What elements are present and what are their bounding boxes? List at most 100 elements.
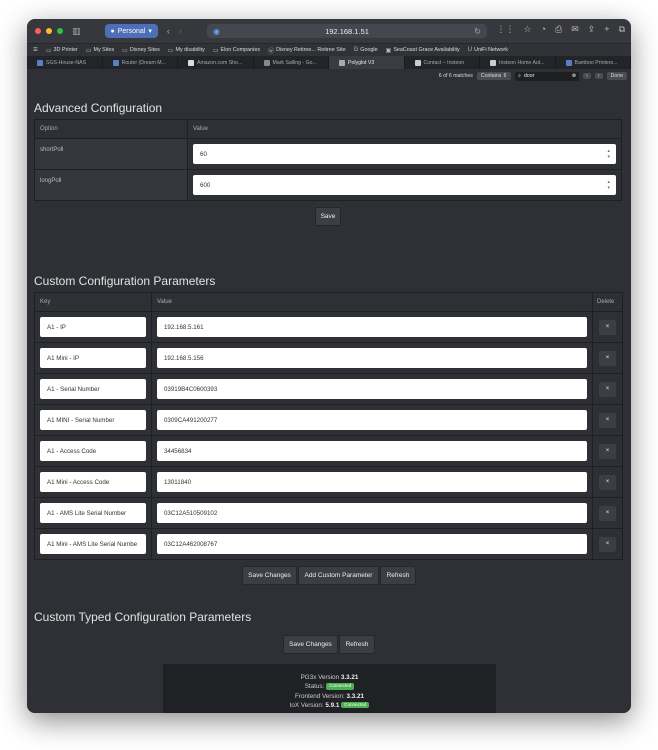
site-icon: ▣ <box>385 47 392 54</box>
column-header-delete: Delete <box>592 292 623 312</box>
status-badge: Connected <box>326 683 355 690</box>
value-input[interactable]: 03919B4C0600393 <box>156 379 587 399</box>
shortpoll-input[interactable]: 60 ▴ ▾ <box>193 144 616 164</box>
add-custom-parameter-button[interactable]: Add Custom Parameter <box>298 566 379 585</box>
bookmark-star-icon[interactable]: ☆ <box>523 24 531 35</box>
sidebar-toggle-icon[interactable]: ▥ <box>72 26 81 36</box>
key-input[interactable]: A1 - Access Code <box>40 441 146 461</box>
tab-mark-salling[interactable]: Mark Salling - Go... <box>254 56 329 69</box>
favorite-item-3[interactable]: ▭ My disability <box>168 47 205 54</box>
zoom-window-button[interactable] <box>57 28 63 34</box>
favorite-item-6[interactable]: G Google <box>354 47 378 53</box>
tab-bar: SGS-House-NAS Router (Dream M... Amazon.… <box>27 56 631 69</box>
key-input[interactable]: A1 - AMS Lite Serial Number <box>40 503 146 523</box>
tab-overview-icon[interactable]: ⧉ <box>619 24 625 35</box>
favorite-item-7[interactable]: ▣ SeaCoast Grace Availability <box>386 47 460 54</box>
tab-amazon[interactable]: Amazon.com Sho... <box>178 56 254 69</box>
tab-contact-insteon[interactable]: Contact – Insteon <box>405 56 480 69</box>
tab-bamboo-printers[interactable]: Bamboo Printers... <box>556 56 631 69</box>
key-input[interactable]: A1 Mini - IP <box>40 348 146 368</box>
delete-row-button[interactable]: × <box>599 319 616 335</box>
folder-icon: ▭ <box>212 47 219 54</box>
url-text: 192.168.1.51 <box>325 26 369 36</box>
delete-row-button[interactable]: × <box>599 536 616 552</box>
mail-icon[interactable]: ✉ <box>571 24 579 35</box>
share-icon[interactable]: ⇪ <box>588 24 596 35</box>
profile-button[interactable]: ● Personal ▾ <box>104 24 158 38</box>
reload-icon[interactable]: ↻ <box>474 27 481 36</box>
find-next-button[interactable]: › <box>594 73 603 79</box>
delete-row-button[interactable]: × <box>599 381 616 397</box>
forward-icon[interactable]: › <box>179 26 182 36</box>
tab-router[interactable]: Router (Dream M... <box>103 56 178 69</box>
value-input[interactable]: 03C12A462008767 <box>156 534 587 554</box>
favorite-item-1[interactable]: ▭ My Sites <box>86 47 114 54</box>
extensions-grid-icon[interactable]: ⋮⋮ <box>496 24 514 35</box>
find-mode-select[interactable]: Contains ⇕ <box>476 72 512 80</box>
new-tab-icon[interactable]: + <box>604 24 609 35</box>
history-clock-icon[interactable]: ◔ <box>541 24 546 35</box>
tab-label: Amazon.com Sho... <box>197 59 243 66</box>
tab-sgs-house-nas[interactable]: SGS-House-NAS <box>27 56 103 69</box>
frontend-version: 3.3.21 <box>346 692 364 700</box>
profile-label: Personal <box>117 27 146 35</box>
find-done-button[interactable]: Done <box>606 72 627 80</box>
insteon-icon <box>490 59 496 66</box>
favorite-item-4[interactable]: ▭ Elon Companies <box>213 47 260 54</box>
advanced-config-title: Advanced Configuration <box>34 101 163 115</box>
tab-label: Mark Salling - Go... <box>272 59 317 66</box>
delete-row-button[interactable]: × <box>599 350 616 366</box>
value-input[interactable]: 192.168.5.161 <box>156 317 587 337</box>
advanced-config-table: Option Value shortPoll 60 ▴ ▾ longPoll 600… <box>34 119 622 201</box>
favorite-item-5[interactable]: ⓦ Disney Retiree... Retiree Site <box>268 46 346 55</box>
favorite-item-2[interactable]: ▭ Disney Sites <box>122 47 160 54</box>
tab-label: Polyglot V3 <box>348 59 375 66</box>
polyglot-icon <box>339 59 345 66</box>
favorite-item-8[interactable]: U UniFi Network <box>468 47 508 53</box>
value-input[interactable]: 192.168.5.156 <box>156 348 587 368</box>
favorite-item-0[interactable]: ▭ 3D Printer <box>46 47 78 54</box>
key-input[interactable]: A1 Mini - Access Code <box>40 472 146 492</box>
custom-refresh-button[interactable]: Refresh <box>380 566 416 585</box>
typed-refresh-button[interactable]: Refresh <box>339 635 375 654</box>
typed-save-changes-button[interactable]: Save Changes <box>283 635 338 654</box>
custom-save-changes-button[interactable]: Save Changes <box>242 566 297 585</box>
value-input[interactable]: 0309CA491200277 <box>156 410 587 430</box>
key-input[interactable]: A1 MINI - Serial Number <box>40 410 146 430</box>
input-value: 192.168.5.156 <box>163 354 204 362</box>
table-row: A1 Mini - AMS Lite Serial Numbe 03C12A46… <box>34 528 623 560</box>
clear-icon[interactable]: ⊗ <box>572 73 576 79</box>
column-header-value: Value <box>150 292 594 312</box>
delete-row-button[interactable]: × <box>599 443 616 459</box>
value-input[interactable]: 03C12A510509102 <box>156 503 587 523</box>
tab-label: Insteon Home Aut... <box>499 59 545 66</box>
longpoll-input[interactable]: 600 ▴ ▾ <box>193 175 616 195</box>
key-input[interactable]: A1 - IP <box>40 317 146 337</box>
favorite-label: My Sites <box>93 47 115 53</box>
privacy-report-icon[interactable]: ◉ <box>213 27 220 36</box>
find-input[interactable]: ⌕ door ⊗ <box>515 71 580 81</box>
favorite-label: Disney Sites <box>129 47 160 53</box>
minimize-window-button[interactable] <box>46 28 52 34</box>
value-input[interactable]: 34456834 <box>156 441 587 461</box>
table-row: A1 - Access Code 34456834 × <box>34 435 623 467</box>
tab-insteon-home[interactable]: Insteon Home Aut... <box>480 56 556 69</box>
stepper-icon[interactable]: ▴ ▾ <box>607 148 610 160</box>
tab-polyglot-v3[interactable]: Polyglot V3 <box>329 56 405 69</box>
advanced-save-button[interactable]: Save <box>315 207 341 226</box>
close-window-button[interactable] <box>35 28 41 34</box>
value-input[interactable]: 13011840 <box>156 472 587 492</box>
key-input[interactable]: A1 - Serial Number <box>40 379 146 399</box>
delete-row-button[interactable]: × <box>599 474 616 490</box>
delete-row-button[interactable]: × <box>599 412 616 428</box>
back-icon[interactable]: ‹ <box>167 26 170 36</box>
find-previous-button[interactable]: ‹ <box>583 73 591 79</box>
address-bar[interactable]: ◉ 192.168.1.51 ↻ <box>207 24 487 38</box>
sidebar-menu-icon[interactable]: ☰ <box>33 47 38 53</box>
frontend-version-line: Frontend Version: 3.3.21 <box>163 692 496 701</box>
key-input[interactable]: A1 Mini - AMS Lite Serial Numbe <box>40 534 146 554</box>
stepper-icon[interactable]: ▴ ▾ <box>607 179 610 191</box>
delete-row-button[interactable]: × <box>599 505 616 521</box>
print-icon[interactable]: ⎙ <box>555 24 562 35</box>
pg3x-version-line: PG3x Version 3.3.21 <box>163 673 496 682</box>
